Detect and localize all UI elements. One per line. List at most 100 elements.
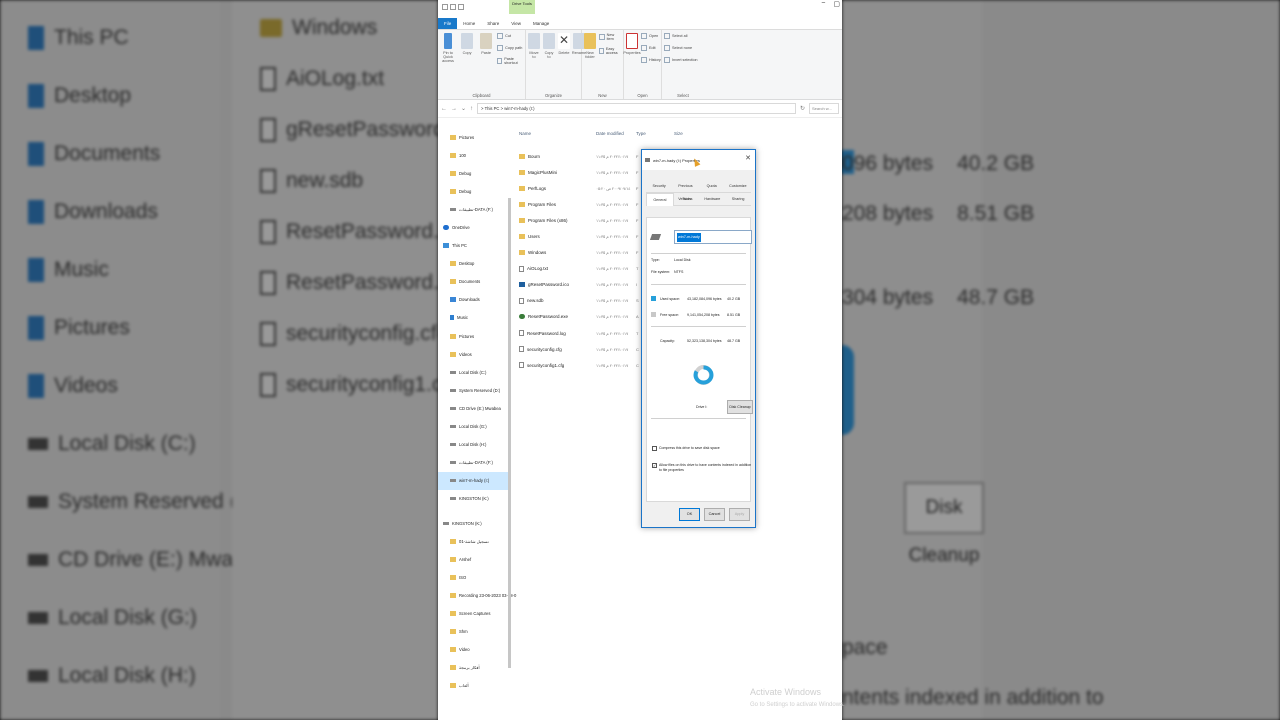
nav-item[interactable]: Shm xyxy=(438,623,508,641)
nav-item[interactable]: System Reserved (D:) xyxy=(438,381,508,399)
ok-button[interactable]: OK xyxy=(679,508,700,521)
pin-quick-access-button[interactable]: Pin to Quick access xyxy=(440,33,456,96)
nav-item[interactable]: 100 xyxy=(438,146,508,164)
select-none-button[interactable]: Select none xyxy=(664,45,698,51)
maximize-icon[interactable]: ▢ xyxy=(833,0,840,8)
search-input[interactable]: Search w... xyxy=(809,103,839,114)
index-checkbox[interactable]: ✓ xyxy=(652,463,657,468)
tab-file[interactable]: File xyxy=(438,18,458,29)
copy-path-button[interactable]: Copy path xyxy=(497,45,523,51)
open-icon xyxy=(641,33,647,39)
nav-item[interactable]: Local Disk (G:) xyxy=(438,418,508,436)
properties-icon[interactable] xyxy=(450,4,456,10)
copy-to-button[interactable]: Copy to xyxy=(543,33,555,96)
new-folder-icon[interactable] xyxy=(458,4,464,10)
history-button[interactable]: History xyxy=(641,57,661,63)
nav-item[interactable]: Screen Captures xyxy=(438,604,508,622)
paste-shortcut-button[interactable]: Paste shortcut xyxy=(497,57,523,65)
move-to-button[interactable]: Move to xyxy=(528,33,540,96)
nav-item[interactable]: CD Drive (E:) Mwabea xyxy=(438,399,508,417)
file-date: ٢٠٢٢/١٠/١٧ م ١١:٣٥ xyxy=(596,331,629,336)
close-icon[interactable]: ✕ xyxy=(745,154,751,162)
drive-label: Drive I: xyxy=(696,405,708,409)
folder-icon xyxy=(450,556,456,562)
tab-view[interactable]: View xyxy=(505,18,527,29)
nav-item[interactable]: Videos xyxy=(438,345,508,363)
nav-item[interactable]: Recording 23-06-2023 03-18-0 xyxy=(438,586,516,604)
tab-manage[interactable]: Manage xyxy=(527,18,555,29)
index-option[interactable]: ✓ Allow files on this drive to have cont… xyxy=(652,463,754,473)
address-bar[interactable]: > This PC > win7-m-hady (I:) xyxy=(477,103,796,114)
forward-arrow-icon[interactable]: → xyxy=(451,106,457,112)
up-arrow-icon[interactable]: ↑ xyxy=(470,106,473,112)
cancel-button[interactable]: Cancel xyxy=(704,508,725,521)
nav-item[interactable]: Desktop xyxy=(438,255,508,273)
tab-general[interactable]: General xyxy=(646,193,674,206)
tab-security[interactable]: Security xyxy=(646,180,673,193)
column-date-modified[interactable]: Date modified xyxy=(596,131,636,136)
volume-label-input[interactable]: win7-m-hady xyxy=(674,230,752,244)
nav-scrollbar[interactable] xyxy=(508,198,511,668)
compress-option[interactable]: Compress this drive to save disk space xyxy=(652,446,754,451)
select-all-button[interactable]: Select all xyxy=(664,33,698,39)
nav-item[interactable]: Downloads xyxy=(438,291,508,309)
tab-hardware[interactable]: Hardware xyxy=(699,193,726,206)
nav-item-label: ISO xyxy=(459,574,467,580)
nav-item-label: Arshef xyxy=(459,556,472,562)
easy-access-button[interactable]: Easy access xyxy=(599,47,621,55)
copy-button[interactable]: Copy xyxy=(459,33,475,96)
folder-icon[interactable] xyxy=(442,4,448,10)
nav-item[interactable]: ISO xyxy=(438,568,508,586)
column-size[interactable]: Size xyxy=(674,131,683,136)
tab-previous-versions[interactable]: Previous Versions xyxy=(672,180,699,201)
tab-customize[interactable]: Customize xyxy=(724,180,751,193)
nav-item[interactable]: Music xyxy=(438,309,508,327)
nav-item[interactable]: Debug xyxy=(438,182,508,200)
invert-selection-button[interactable]: Invert selection xyxy=(664,57,698,63)
tab-sharing[interactable]: Sharing xyxy=(725,193,751,206)
nav-item[interactable]: أفكار برمجة xyxy=(438,659,508,677)
nav-item[interactable]: KINGSTON (K:) xyxy=(438,514,508,532)
nav-item[interactable]: Pictures xyxy=(438,128,508,146)
delete-button[interactable]: ✕ Delete xyxy=(558,33,570,96)
nav-item[interactable]: Local Disk (C:) xyxy=(438,363,508,381)
nav-item[interactable]: OneDrive xyxy=(438,218,508,236)
compress-checkbox[interactable] xyxy=(652,446,657,451)
drive-tools-context-tab[interactable]: Drive Tools xyxy=(509,0,535,14)
nav-item[interactable]: Arshef xyxy=(438,550,508,568)
apply-button[interactable]: Apply xyxy=(729,508,750,521)
nav-item[interactable]: KINGSTON (K:) xyxy=(438,490,508,508)
tab-share[interactable]: Share xyxy=(481,18,505,29)
nav-item[interactable]: تطبيقات-DATA (F:) xyxy=(438,200,508,218)
minimize-icon[interactable]: − xyxy=(821,0,825,8)
paste-button[interactable]: Paste xyxy=(478,33,494,96)
new-folder-button[interactable]: New folder xyxy=(584,33,596,96)
nav-item[interactable]: 01-تسجيل شاشة xyxy=(438,532,508,550)
column-type[interactable]: Type xyxy=(636,131,674,136)
new-item-button[interactable]: New item xyxy=(599,33,621,41)
nav-item[interactable]: win7-m-hady (I:) xyxy=(438,471,508,490)
column-name[interactable]: Name xyxy=(516,131,596,136)
nav-item[interactable]: This PC xyxy=(438,237,508,255)
nav-item[interactable]: ألعاب xyxy=(438,677,508,695)
quick-access-toolbar[interactable] xyxy=(442,4,464,10)
edit-button[interactable]: Edit xyxy=(641,45,661,51)
bg-file-label: ResetPassword.log xyxy=(286,271,438,294)
nav-item[interactable]: Local Disk (H:) xyxy=(438,436,508,454)
refresh-icon[interactable]: ↻ xyxy=(800,105,805,112)
tab-home[interactable]: Home xyxy=(457,18,481,29)
nav-item[interactable]: Pictures xyxy=(438,327,508,345)
tab-tools[interactable]: Tools xyxy=(673,193,700,206)
properties-button[interactable]: Properties xyxy=(623,33,641,96)
tab-quota[interactable]: Quota xyxy=(698,180,725,193)
nav-item[interactable]: Debug xyxy=(438,164,508,182)
open-button[interactable]: Open xyxy=(641,33,661,39)
disk-cleanup-button[interactable]: Disk Cleanup xyxy=(727,400,753,414)
cut-button[interactable]: Cut xyxy=(497,33,523,39)
bg-nav-label: Videos xyxy=(54,374,118,397)
nav-item[interactable]: Documents xyxy=(438,273,508,291)
chevron-down-icon[interactable]: ⌄ xyxy=(461,105,466,112)
back-arrow-icon[interactable]: ← xyxy=(441,106,447,112)
nav-item[interactable]: Video xyxy=(438,641,508,659)
nav-item[interactable]: تطبيقات-DATA (F:) xyxy=(438,454,508,472)
